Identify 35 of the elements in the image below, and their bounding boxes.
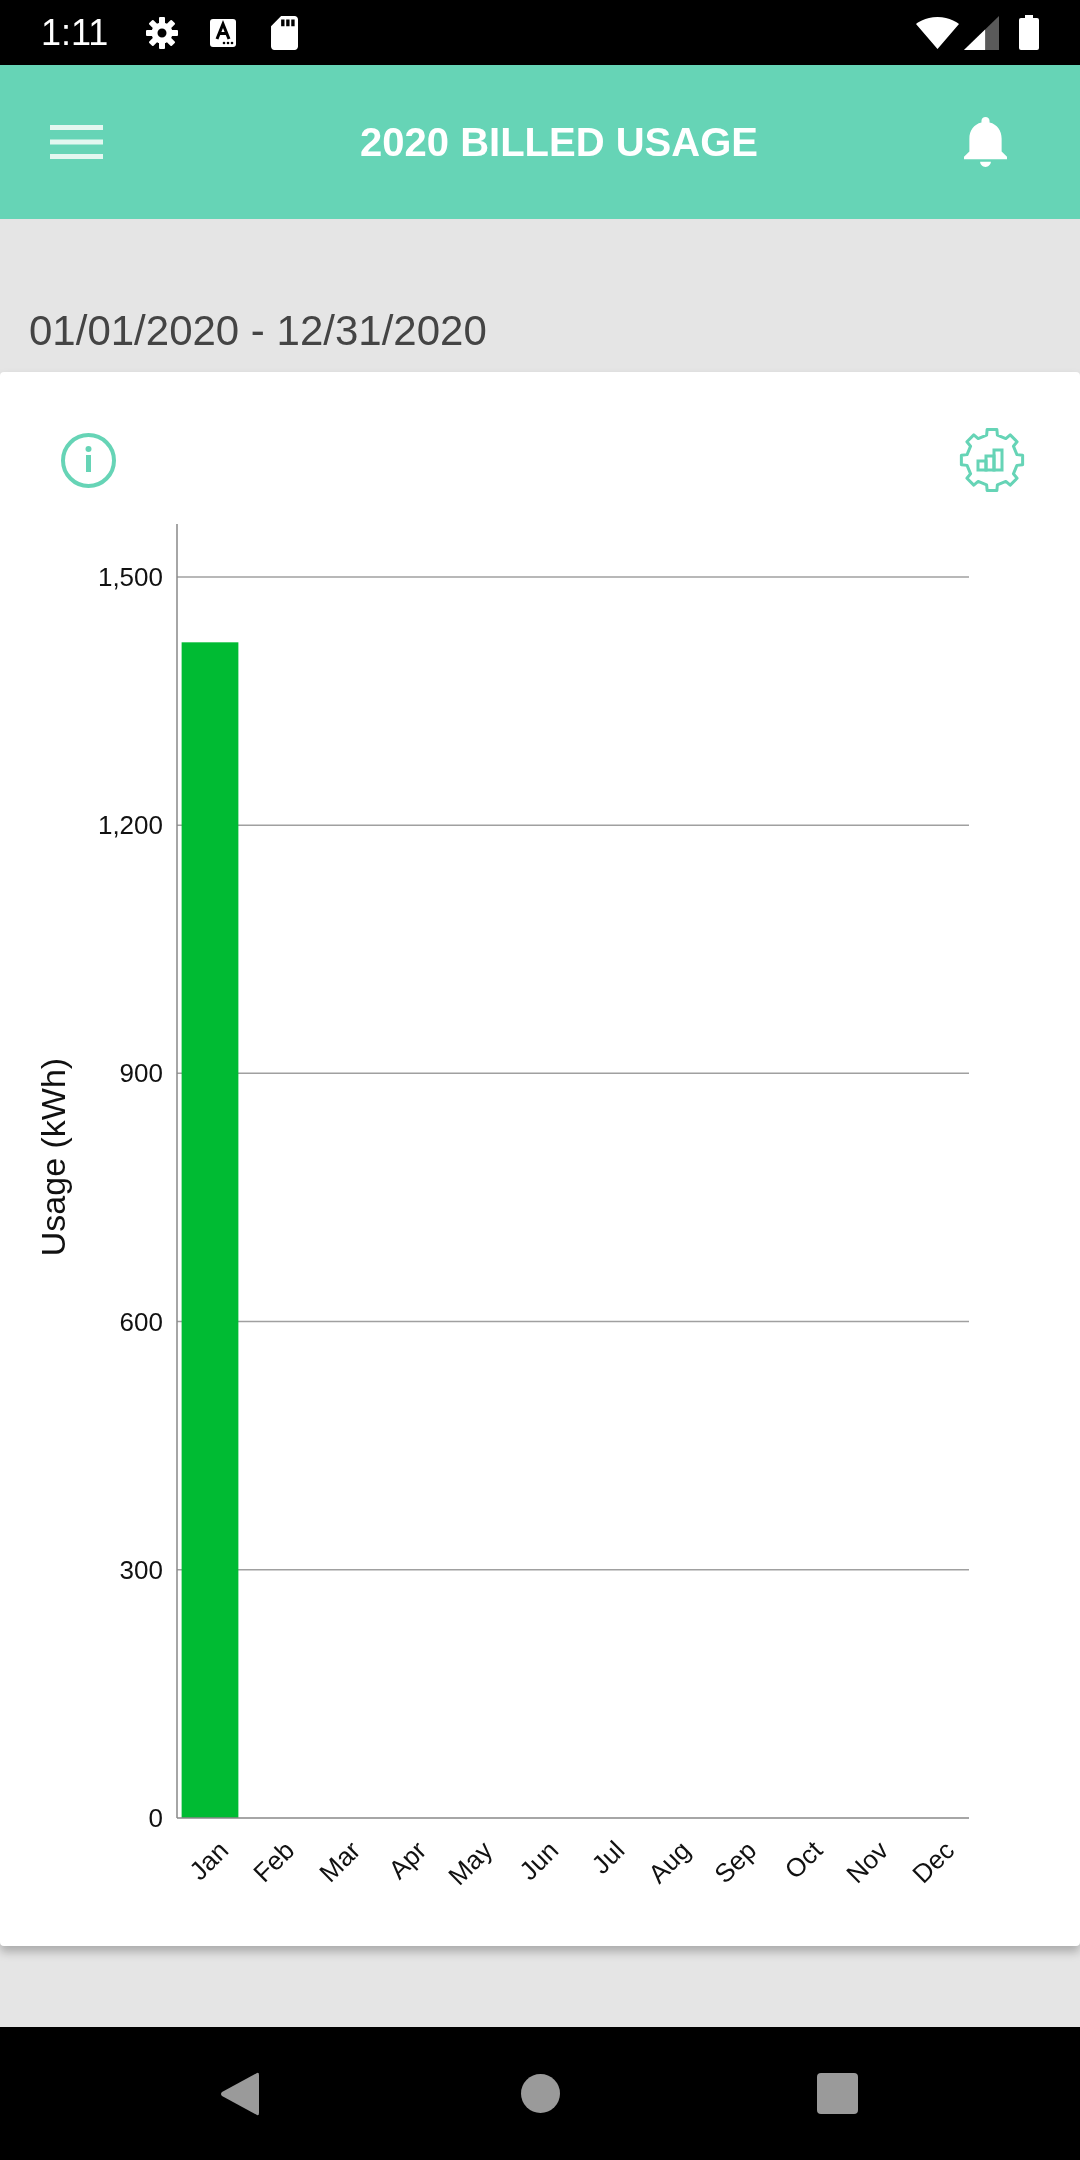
month-label: Aug xyxy=(642,1835,697,1889)
month-label: Jul xyxy=(585,1835,631,1880)
month-label: Dec xyxy=(906,1835,961,1889)
y-tick-label: 300 xyxy=(119,1554,163,1585)
y-tick-label: 1,500 xyxy=(97,562,163,593)
status-time: 1:11 xyxy=(41,12,109,53)
chart-settings-icon[interactable] xyxy=(959,427,1025,493)
y-tick-label: 0 xyxy=(148,1803,163,1834)
month-label: May xyxy=(442,1835,499,1891)
home-icon[interactable] xyxy=(521,2074,560,2113)
signal-icon xyxy=(964,15,999,50)
y-axis-title: Usage (kWh) xyxy=(33,1057,72,1257)
month-label: Oct xyxy=(778,1835,829,1885)
month-label: Nov xyxy=(840,1835,895,1889)
month-label: Mar xyxy=(313,1835,367,1888)
y-tick-label: 1,200 xyxy=(97,810,163,841)
month-label: Feb xyxy=(247,1835,301,1888)
month-label: Jun xyxy=(513,1835,565,1886)
y-tick-label: 600 xyxy=(119,1306,163,1337)
settings-icon xyxy=(146,16,179,49)
battery-icon xyxy=(1019,15,1039,50)
recents-icon[interactable] xyxy=(817,2073,858,2114)
info-icon[interactable] xyxy=(61,432,116,488)
y-tick-label: 900 xyxy=(119,1058,163,1089)
back-icon[interactable] xyxy=(220,2071,259,2116)
screen-title: 2020 BILLED USAGE xyxy=(360,119,758,166)
date-range: 01/01/2020 - 12/31/2020 xyxy=(29,307,487,354)
month-label: Apr xyxy=(382,1835,433,1885)
wifi-icon xyxy=(916,16,959,49)
menu-icon[interactable] xyxy=(50,125,103,159)
sd-card-icon xyxy=(271,15,299,50)
letter-a-icon xyxy=(210,18,237,47)
month-label: Jan xyxy=(183,1835,235,1886)
month-label: Sep xyxy=(708,1835,763,1889)
notification-bell-icon[interactable] xyxy=(964,117,1007,167)
